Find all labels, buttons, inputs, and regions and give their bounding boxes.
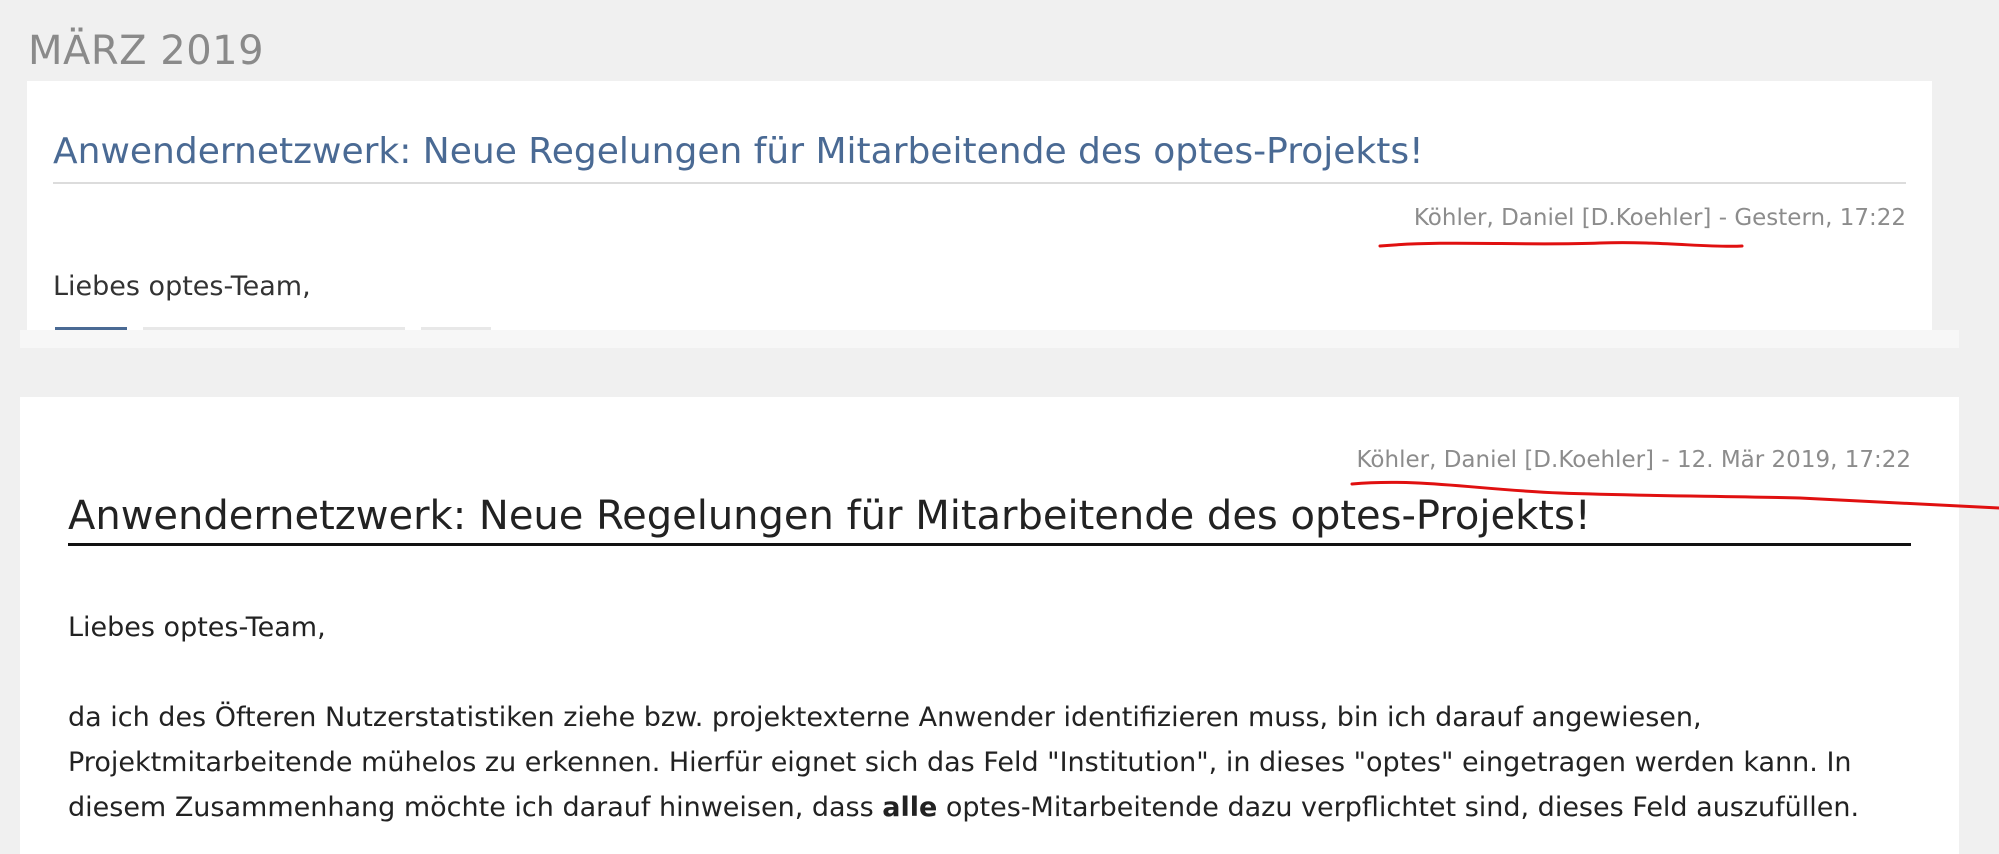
screenshot-composite: MÄRZ 2019 Anwendernetzwerk: Neue Regelun… — [0, 0, 1999, 854]
month-heading: MÄRZ 2019 — [28, 28, 265, 74]
news-detail-meta: Köhler, Daniel [D.Koehler] - 12. Mär 201… — [1357, 447, 1912, 473]
news-detail-title: Anwendernetzwerk: Neue Regelungen für Mi… — [68, 493, 1911, 546]
screenshot-divider — [20, 330, 1959, 348]
news-detail-body: Liebes optes-Team, da ich des Öfteren Nu… — [68, 605, 1918, 854]
news-detail-card: Köhler, Daniel [D.Koehler] - 12. Mär 201… — [20, 397, 1959, 854]
news-list-author[interactable]: Köhler, Daniel [D.Koehler] — [1414, 205, 1712, 231]
news-list-meta-separator: - — [1711, 205, 1735, 231]
paragraph-text-end: optes-Mitarbeitende dazu verpflichtet si… — [937, 792, 1860, 823]
news-detail-greeting: Liebes optes-Team, — [68, 612, 326, 643]
news-list-date: Gestern, 17:22 — [1734, 205, 1906, 231]
news-detail-meta-separator: - — [1654, 447, 1677, 473]
news-list-card: Anwendernetzwerk: Neue Regelungen für Mi… — [27, 81, 1932, 331]
news-detail-paragraph: da ich des Öfteren Nutzerstatistiken zie… — [68, 695, 1918, 830]
news-list-meta: Köhler, Daniel [D.Koehler] - Gestern, 17… — [1414, 205, 1906, 231]
paragraph-bold-word: alle — [882, 792, 938, 823]
news-list-title-link[interactable]: Anwendernetzwerk: Neue Regelungen für Mi… — [53, 131, 1906, 184]
news-detail-author[interactable]: Köhler, Daniel [D.Koehler] — [1357, 447, 1655, 473]
news-list-excerpt: Liebes optes-Team, — [53, 271, 311, 302]
news-detail-date: 12. Mär 2019, 17:22 — [1676, 447, 1911, 473]
